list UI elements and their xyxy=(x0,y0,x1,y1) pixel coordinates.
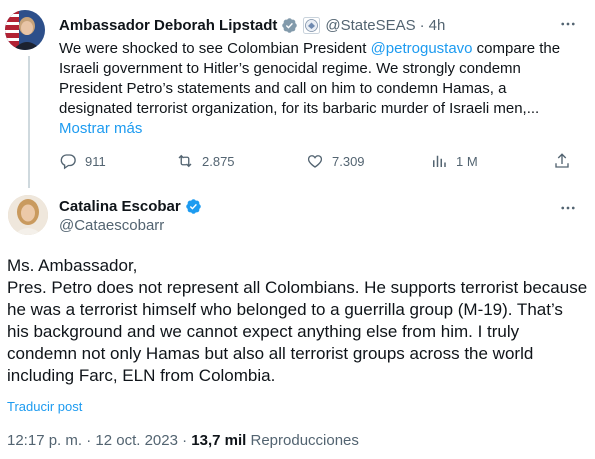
like-button[interactable]: 7.309 xyxy=(306,152,365,170)
views-icon xyxy=(433,155,446,167)
more-icon[interactable] xyxy=(556,12,580,36)
parent-tweet[interactable]: Ambassador Deborah Lipstadt @StateSEAS ·… xyxy=(0,0,595,188)
verified-badge-icon xyxy=(185,198,201,214)
author-handle[interactable]: @Cataescobarr xyxy=(59,217,164,234)
like-count: 7.309 xyxy=(332,153,365,169)
parent-tweet-text: We were shocked to see Colombian Preside… xyxy=(59,39,579,119)
government-seal-icon xyxy=(303,16,321,34)
author-name[interactable]: Catalina Escobar xyxy=(59,198,181,215)
share-button[interactable] xyxy=(553,152,579,170)
tweet-metadata: 12:17 p. m. · 12 oct. 2023 · 13,7 mil Re… xyxy=(7,432,359,449)
parent-tweet-header: Ambassador Deborah Lipstadt @StateSEAS ·… xyxy=(59,15,445,35)
views-count: 13,7 mil xyxy=(191,432,247,449)
verified-badge-icon xyxy=(282,17,298,33)
more-icon[interactable] xyxy=(556,196,580,220)
mention-link[interactable]: @petrogustavo xyxy=(371,40,473,57)
reply-count: 911 xyxy=(85,153,106,169)
reply-button[interactable]: 911 xyxy=(59,152,106,170)
tweet-timestamp[interactable]: 12:17 p. m. · 12 oct. 2023 · xyxy=(7,432,191,449)
show-more-link[interactable]: Mostrar más xyxy=(59,120,142,137)
tweet-time[interactable]: 4h xyxy=(429,17,446,34)
views-count: 1 M xyxy=(456,153,478,169)
author-handle[interactable]: @StateSEAS xyxy=(325,17,415,34)
text-before-mention: We were shocked to see Colombian Preside… xyxy=(59,40,371,57)
repost-button[interactable]: 2.875 xyxy=(176,152,235,170)
translate-post-link[interactable]: Traducir post xyxy=(7,399,82,414)
avatar-catalina-escobar[interactable] xyxy=(8,195,48,235)
like-icon xyxy=(307,155,323,168)
main-tweet-header: Catalina Escobar xyxy=(59,196,202,216)
main-tweet-text: Ms. Ambassador, Pres. Petro does not rep… xyxy=(7,256,588,385)
repost-icon xyxy=(178,154,192,168)
separator-dot: · xyxy=(419,16,425,34)
repost-count: 2.875 xyxy=(202,153,235,169)
share-icon xyxy=(555,153,569,168)
views-label: Reproducciones xyxy=(246,432,359,449)
reply-icon xyxy=(60,154,76,170)
avatar-deborah-lipstadt[interactable] xyxy=(5,10,45,50)
views-button[interactable]: 1 M xyxy=(430,152,478,170)
author-name[interactable]: Ambassador Deborah Lipstadt xyxy=(59,17,277,34)
thread-line xyxy=(28,56,30,188)
tweet-actions: 911 2.875 7.309 1 M xyxy=(59,152,579,172)
